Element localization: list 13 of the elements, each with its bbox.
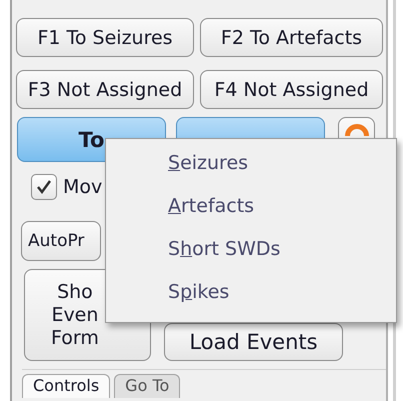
tab[interactable]: Controls (22, 374, 110, 398)
load-events-button[interactable]: Load Events (164, 323, 343, 361)
shortcut-button[interactable]: F2 To Artefacts (200, 18, 383, 57)
shortcut-button[interactable]: F3 Not Assigned (16, 70, 194, 109)
check-icon (35, 178, 53, 196)
shortcut-button[interactable]: F1 To Seizures (16, 18, 194, 57)
menu-item[interactable]: Short SWDs (106, 228, 396, 271)
shortcut-button[interactable]: F4 Not Assigned (200, 70, 383, 109)
checkbox[interactable] (31, 174, 57, 200)
menu-item[interactable]: Artefacts (106, 185, 396, 228)
checkbox-label: Mov (63, 176, 102, 198)
auto-button[interactable]: AutoPr (21, 221, 101, 261)
tab[interactable]: Go To (114, 374, 180, 398)
